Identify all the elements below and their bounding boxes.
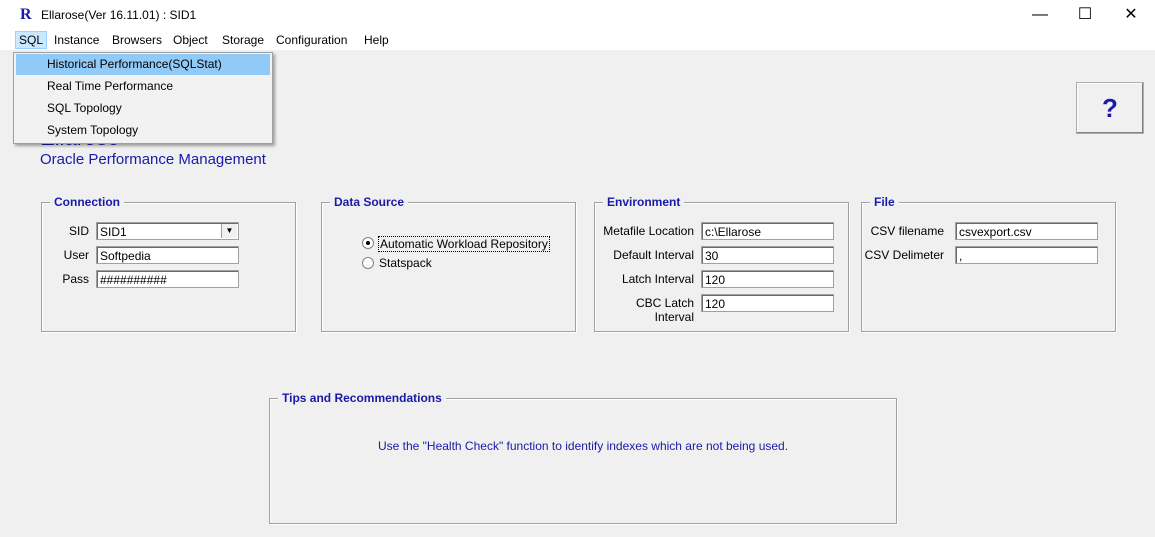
sql-dropdown-menu: Historical Performance(SQLStat) Real Tim… (13, 52, 273, 144)
radio-statspack-label[interactable]: Statspack (379, 256, 432, 270)
chevron-down-icon[interactable]: ▼ (221, 224, 237, 238)
user-label: User (63, 248, 89, 262)
sid-value: SID1 (100, 225, 127, 239)
menu-sql[interactable]: SQL (15, 31, 48, 49)
menu-bar: SQL Instance Browsers Object Storage Con… (0, 30, 1155, 50)
radio-statspack[interactable] (362, 257, 374, 269)
pass-field[interactable]: ########## (96, 270, 239, 288)
menu-item-system-topology[interactable]: System Topology (16, 120, 270, 141)
app-icon: R (20, 6, 32, 23)
csv-delimeter-field[interactable]: , (955, 246, 1098, 264)
menu-item-sql-topology[interactable]: SQL Topology (16, 98, 270, 119)
metafile-location-label: Metafile Location (603, 224, 694, 238)
default-interval-label: Default Interval (613, 248, 694, 262)
environment-group: Environment Metafile Location c:\Ellaros… (594, 195, 849, 332)
data-source-legend: Data Source (330, 195, 409, 209)
environment-legend: Environment (603, 195, 685, 209)
metafile-location-field[interactable]: c:\Ellarose (701, 222, 834, 240)
tips-group: Tips and Recommendations Use the "Health… (269, 391, 897, 524)
menu-configuration[interactable]: Configuration (276, 33, 347, 47)
tips-legend: Tips and Recommendations (278, 391, 446, 405)
brand-subtitle: Oracle Performance Management (40, 151, 266, 168)
csv-delimeter-label: CSV Delimeter (864, 248, 944, 262)
connection-legend: Connection (50, 195, 124, 209)
help-button[interactable]: ? (1076, 82, 1144, 134)
latch-interval-label: Latch Interval (621, 272, 694, 286)
file-legend: File (870, 195, 899, 209)
pass-label: Pass (62, 272, 89, 286)
cbc-latch-interval-label: CBC Latch Interval (635, 296, 694, 324)
sid-combobox[interactable]: SID1 ▼ (96, 222, 239, 240)
connection-group: Connection SID SID1 ▼ User Softpedia Pas… (41, 195, 296, 332)
menu-browsers[interactable]: Browsers (112, 33, 162, 47)
user-field[interactable]: Softpedia (96, 246, 239, 264)
radio-awr-label[interactable]: Automatic Workload Repository (378, 236, 550, 252)
csv-filename-label: CSV filename (870, 224, 944, 238)
default-interval-field[interactable]: 30 (701, 246, 834, 264)
maximize-button[interactable]: ☐ (1062, 0, 1108, 30)
tips-text: Use the "Health Check" function to ident… (377, 439, 789, 453)
menu-help[interactable]: Help (364, 33, 389, 47)
cbc-latch-interval-field[interactable]: 120 (701, 294, 834, 312)
close-button[interactable]: ✕ (1108, 0, 1154, 30)
latch-interval-field[interactable]: 120 (701, 270, 834, 288)
data-source-group: Data Source Automatic Workload Repositor… (321, 195, 576, 332)
menu-object[interactable]: Object (173, 33, 208, 47)
sid-label: SID (68, 224, 89, 238)
file-group: File CSV filename csvexport.csv CSV Deli… (861, 195, 1116, 332)
menu-storage[interactable]: Storage (222, 33, 264, 47)
menu-item-real-time-performance[interactable]: Real Time Performance (16, 76, 270, 97)
menu-instance[interactable]: Instance (54, 33, 99, 47)
window-title: Ellarose(Ver 16.11.01) : SID1 (41, 8, 197, 22)
csv-filename-field[interactable]: csvexport.csv (955, 222, 1098, 240)
title-bar: R Ellarose(Ver 16.11.01) : SID1 — ☐ ✕ (0, 0, 1155, 30)
minimize-button[interactable]: — (1017, 0, 1063, 30)
menu-item-historical-performance[interactable]: Historical Performance(SQLStat) (16, 54, 270, 75)
radio-awr[interactable] (362, 237, 374, 249)
